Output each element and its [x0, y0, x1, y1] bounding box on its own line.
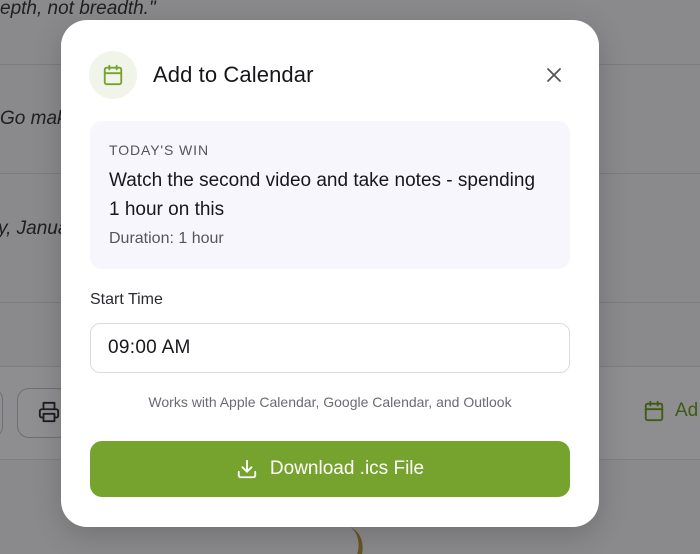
header-icon-badge [89, 51, 137, 99]
close-icon [547, 68, 561, 82]
compatibility-note: Works with Apple Calendar, Google Calend… [148, 394, 512, 410]
start-time-label: Start Time [90, 291, 163, 308]
download-button-label: Download .ics File [269, 458, 425, 479]
calendar-icon [103, 64, 123, 86]
start-time-input[interactable] [90, 323, 570, 373]
moon-icon [350, 527, 363, 554]
download-ics-button[interactable]: Download .ics File [90, 441, 570, 497]
win-title: Watch the second video and take notes - … [109, 170, 536, 220]
background-add-label: Ad [675, 400, 699, 421]
calendar-icon [644, 400, 664, 422]
win-label: TODAY'S WIN [109, 142, 209, 158]
dialog-header: Add to Calendar [89, 51, 314, 99]
close-button[interactable] [543, 64, 565, 86]
dialog-title: Add to Calendar [153, 62, 314, 87]
background-quote: epth, not breadth." [0, 0, 156, 19]
add-to-calendar-dialog: Add to Calendar TODAY'S WIN Watch the se… [61, 20, 599, 527]
background-text-go: Go mak [0, 108, 67, 129]
background-date: y, Janua [0, 218, 69, 239]
background-add-calendar-button: Ad [643, 400, 698, 422]
printer-icon [38, 401, 60, 423]
todays-win-card: TODAY'S WIN Watch the second video and t… [90, 121, 570, 269]
app-screen: epth, not breadth." Go mak y, Janua Ad A… [0, 0, 700, 554]
download-icon [237, 459, 257, 479]
win-duration: Duration: 1 hour [109, 230, 224, 247]
